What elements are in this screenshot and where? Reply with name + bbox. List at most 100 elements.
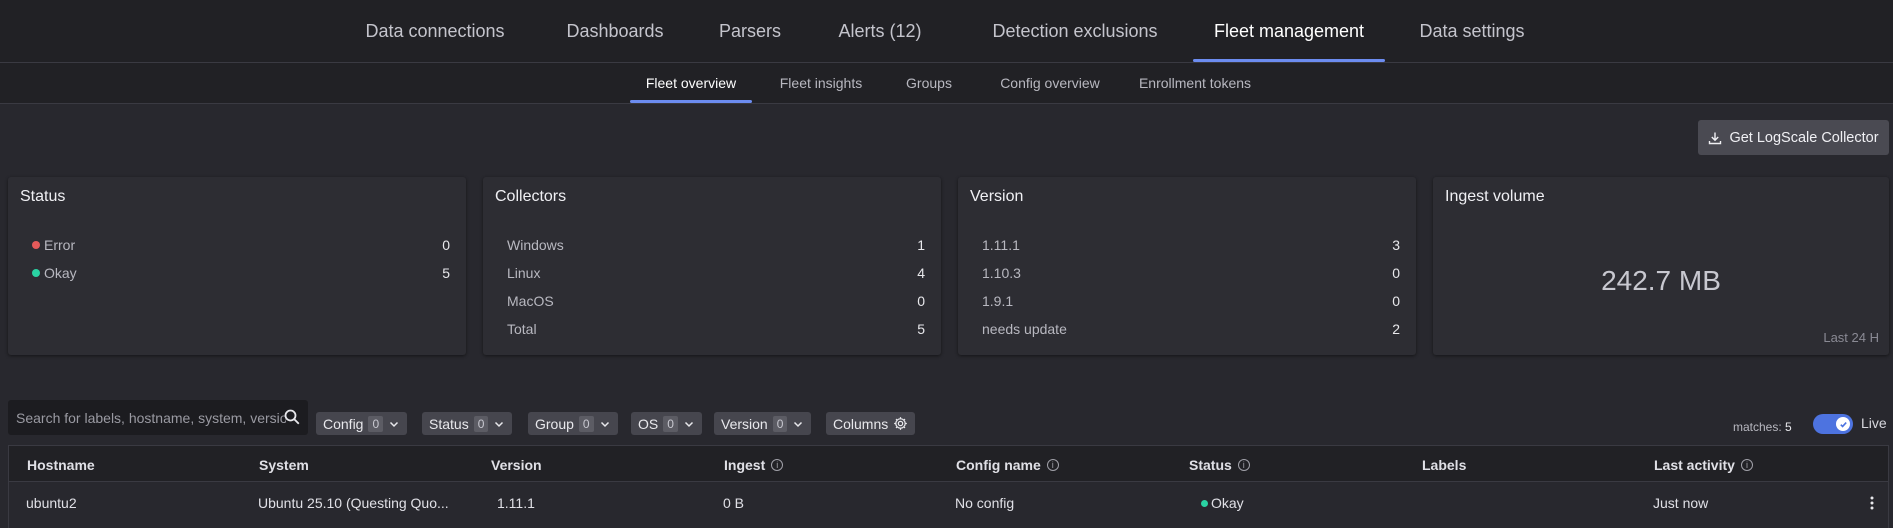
tab-detection-exclusions[interactable]: Detection exclusions <box>985 0 1165 62</box>
matches-label: matches: <box>1733 420 1782 434</box>
table-header: Hostname System Version Ingest i Config n… <box>8 445 1889 482</box>
collectors-row-value: 0 <box>917 293 925 309</box>
collectors-row-value: 5 <box>917 321 925 337</box>
cell-hostname: ubuntu2 <box>26 495 77 511</box>
more-options-icon[interactable] <box>1864 495 1880 511</box>
status-row-okay[interactable]: Okay 5 <box>20 263 450 283</box>
collectors-row-windows[interactable]: Windows 1 <box>495 235 925 255</box>
get-logscale-collector-button[interactable]: Get LogScale Collector <box>1698 120 1889 155</box>
version-row-value: 3 <box>1392 237 1400 253</box>
version-row[interactable]: 1.10.3 0 <box>970 263 1400 283</box>
live-toggle[interactable] <box>1813 414 1853 434</box>
column-header-version[interactable]: Version <box>491 446 542 483</box>
status-text: Okay <box>1211 495 1244 511</box>
chevron-down-icon <box>390 421 399 427</box>
collectors-row-label: Linux <box>507 265 541 281</box>
collectors-row-macos[interactable]: MacOS 0 <box>495 291 925 311</box>
version-row-needs-update[interactable]: needs update 2 <box>970 319 1400 339</box>
table-row[interactable]: ubuntu2 Ubuntu 25.10 (Questing Quo... 1.… <box>8 482 1889 528</box>
get-collector-label: Get LogScale Collector <box>1729 129 1879 146</box>
info-icon[interactable]: i <box>771 458 784 471</box>
version-card: Version 1.11.1 3 1.10.3 0 1.9.1 0 needs … <box>958 177 1416 355</box>
version-row-value: 2 <box>1392 321 1400 337</box>
version-row-value: 0 <box>1392 293 1400 309</box>
collectors-row-label: Total <box>507 321 537 337</box>
search-input[interactable] <box>16 409 286 426</box>
header-label: Config name <box>956 456 1041 473</box>
sub-nav: Fleet overview Fleet insights Groups Con… <box>0 63 1893 104</box>
tab-parsers[interactable]: Parsers <box>710 0 790 62</box>
os-filter-button[interactable]: OS 0 <box>631 412 702 435</box>
group-filter-button[interactable]: Group 0 <box>528 412 618 435</box>
status-row-value: 0 <box>442 237 450 253</box>
subtab-enrollment-tokens[interactable]: Enrollment tokens <box>1134 63 1256 103</box>
status-row-label: Error <box>44 237 76 253</box>
okay-dot-icon <box>32 269 40 277</box>
filter-label: Version <box>721 415 768 432</box>
subtab-fleet-overview[interactable]: Fleet overview <box>630 63 752 103</box>
collectors-row-total: Total 5 <box>495 319 925 339</box>
info-icon[interactable]: i <box>1740 458 1753 471</box>
okay-dot-icon <box>1201 499 1208 507</box>
filter-label: Config <box>323 415 364 432</box>
subtab-fleet-insights[interactable]: Fleet insights <box>772 63 870 103</box>
columns-label: Columns <box>833 415 889 432</box>
top-nav: Data connections Dashboards Parsers Aler… <box>0 0 1893 63</box>
collectors-row-linux[interactable]: Linux 4 <box>495 263 925 283</box>
column-header-status[interactable]: Status i <box>1189 446 1250 483</box>
status-filter-button[interactable]: Status 0 <box>422 412 513 435</box>
cell-status: Okay <box>1201 482 1244 524</box>
version-card-title: Version <box>970 188 1024 205</box>
filter-label: OS <box>638 415 659 432</box>
column-header-labels[interactable]: Labels <box>1422 446 1466 483</box>
tab-dashboards[interactable]: Dashboards <box>555 0 675 62</box>
status-row-value: 5 <box>442 265 450 281</box>
ingest-time-range: Last 24 H <box>1823 330 1879 345</box>
version-row[interactable]: 1.9.1 0 <box>970 291 1400 311</box>
chevron-down-icon <box>495 421 504 427</box>
version-row[interactable]: 1.11.1 3 <box>970 235 1400 255</box>
info-icon[interactable]: i <box>1237 458 1250 471</box>
filter-count-badge: 0 <box>473 415 489 432</box>
search-box <box>8 400 308 435</box>
column-header-config-name[interactable]: Config name i <box>956 446 1059 483</box>
tab-data-settings[interactable]: Data settings <box>1410 0 1534 62</box>
header-label: Status <box>1189 456 1232 473</box>
version-row-label: 1.11.1 <box>982 237 1020 253</box>
column-header-hostname[interactable]: Hostname <box>27 446 95 483</box>
header-label: Hostname <box>27 456 95 473</box>
cell-last-activity: Just now <box>1653 495 1709 511</box>
filter-label: Group <box>535 415 574 432</box>
header-label: Last activity <box>1654 456 1735 473</box>
filter-count-badge: 0 <box>368 415 384 432</box>
error-dot-icon <box>32 241 40 249</box>
column-header-ingest[interactable]: Ingest i <box>724 446 784 483</box>
status-card-title: Status <box>20 188 66 205</box>
status-row-error[interactable]: Error 0 <box>20 235 450 255</box>
download-icon <box>1709 132 1722 144</box>
cell-config-name: No config <box>955 495 1015 511</box>
ingest-volume-card: Ingest volume 242.7 MB Last 24 H <box>1433 177 1889 355</box>
subtab-config-overview[interactable]: Config overview <box>988 63 1112 103</box>
info-icon[interactable]: i <box>1046 458 1059 471</box>
cell-system: Ubuntu 25.10 (Questing Quo... <box>258 495 449 511</box>
column-header-system[interactable]: System <box>259 446 309 483</box>
tab-data-connections[interactable]: Data connections <box>360 0 510 62</box>
version-row-label: needs update <box>982 321 1067 337</box>
filter-count-badge: 0 <box>578 415 594 432</box>
collectors-row-label: Windows <box>507 237 564 253</box>
tab-alerts[interactable]: Alerts (12) <box>830 0 930 62</box>
column-header-last-activity[interactable]: Last activity i <box>1654 446 1753 483</box>
tab-fleet-management[interactable]: Fleet management <box>1193 0 1385 62</box>
columns-button[interactable]: Columns <box>826 412 916 435</box>
subtab-groups[interactable]: Groups <box>898 63 960 103</box>
version-filter-button[interactable]: Version 0 <box>714 412 812 435</box>
search-icon[interactable] <box>284 409 300 425</box>
status-row-label: Okay <box>44 265 77 281</box>
config-filter-button[interactable]: Config 0 <box>316 412 408 435</box>
header-label: Version <box>491 456 542 473</box>
gear-icon <box>894 417 908 430</box>
filter-count-badge: 0 <box>663 415 678 432</box>
status-card: Status Error 0 Okay 5 <box>8 177 466 355</box>
live-label: Live <box>1861 415 1887 431</box>
